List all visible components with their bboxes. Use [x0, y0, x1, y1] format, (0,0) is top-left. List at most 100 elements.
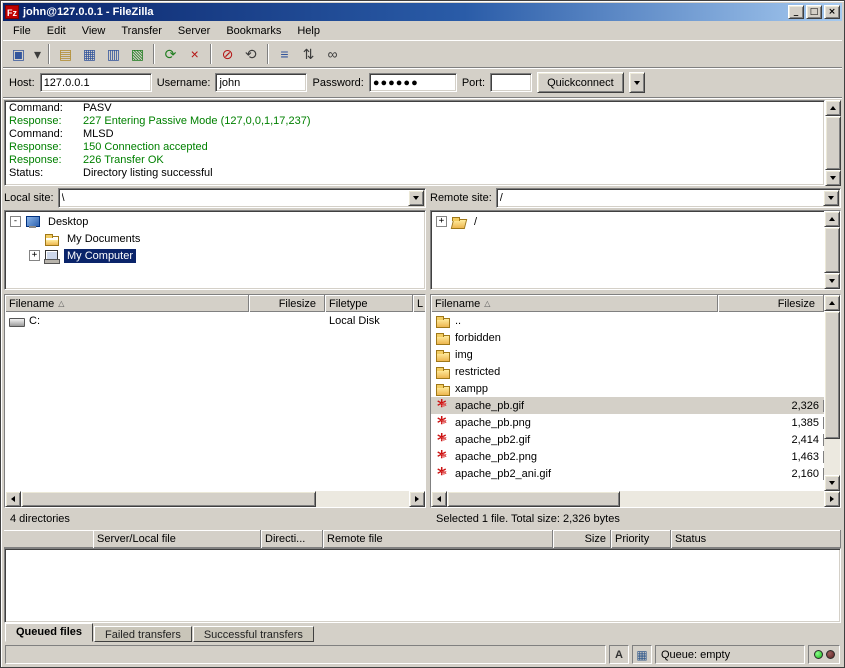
find-files-button[interactable]: ∞: [321, 43, 344, 65]
file-row[interactable]: apache_pb.png 1,385: [431, 414, 824, 431]
tree-expander[interactable]: -: [10, 216, 21, 227]
remote-site-dropdown[interactable]: [823, 190, 839, 206]
scroll-track[interactable]: [21, 491, 409, 507]
scroll-up-button[interactable]: [824, 211, 840, 227]
scroll-thumb[interactable]: [824, 227, 840, 273]
menu-file[interactable]: File: [5, 23, 39, 39]
scroll-left-button[interactable]: [5, 491, 21, 507]
scroll-track[interactable]: [447, 491, 824, 507]
password-input[interactable]: [369, 73, 457, 92]
file-row[interactable]: apache_pb.gif 2,326: [431, 397, 824, 414]
quickconnect-button[interactable]: Quickconnect: [537, 72, 624, 93]
tree-item-root[interactable]: + /: [431, 213, 824, 230]
file-row[interactable]: C: Local Disk: [5, 312, 425, 329]
close-button[interactable]: ×: [824, 5, 840, 19]
column-header[interactable]: Directi...: [261, 530, 323, 548]
remote-list-scrollbar[interactable]: [824, 295, 840, 491]
minimize-button[interactable]: _: [788, 5, 804, 19]
disconnect-button[interactable]: ⊘: [216, 43, 239, 65]
tree-item-my-computer[interactable]: + My Computer: [5, 247, 425, 264]
file-row[interactable]: ..: [431, 312, 824, 329]
toggle-queue-button[interactable]: ▧: [126, 43, 149, 65]
column-header[interactable]: L: [413, 295, 425, 312]
menu-bookmarks[interactable]: Bookmarks: [218, 23, 289, 39]
cell-filename: ..: [431, 314, 718, 328]
port-input[interactable]: [490, 73, 532, 92]
menu-help[interactable]: Help: [289, 23, 328, 39]
scroll-track[interactable]: [824, 227, 840, 273]
scroll-down-button[interactable]: [825, 170, 841, 186]
column-header[interactable]: Filename △: [5, 295, 249, 312]
log-scrollbar[interactable]: [825, 100, 841, 186]
cancel-button[interactable]: ×: [183, 43, 206, 65]
scroll-down-button[interactable]: [824, 475, 840, 491]
cell-filename: apache_pb.gif: [431, 399, 718, 413]
synchronized-browsing-button[interactable]: ⇅: [297, 43, 320, 65]
tree-expander[interactable]: +: [29, 250, 40, 261]
scroll-thumb[interactable]: [824, 311, 840, 439]
menu-transfer[interactable]: Transfer: [113, 23, 170, 39]
menu-server[interactable]: Server: [170, 23, 218, 39]
tab-queued-files[interactable]: Queued files: [5, 623, 93, 642]
column-header[interactable]: Status: [671, 530, 841, 548]
refresh-button[interactable]: ⟳: [159, 43, 182, 65]
file-row[interactable]: apache_pb2_ani.gif 2,160: [431, 465, 824, 482]
tree-item-label: My Documents: [64, 232, 143, 246]
sort-ascending-icon: △: [484, 299, 490, 308]
directory-comparison-button[interactable]: ≡: [273, 43, 296, 65]
file-row[interactable]: img: [431, 346, 824, 363]
scroll-right-button[interactable]: [409, 491, 425, 507]
remote-tree-scrollbar[interactable]: [824, 211, 840, 289]
cell-filename: forbidden: [431, 331, 718, 345]
encryption-status-icon[interactable]: ▦: [632, 645, 652, 664]
menu-edit[interactable]: Edit: [39, 23, 74, 39]
scroll-thumb[interactable]: [447, 491, 620, 507]
file-row[interactable]: restricted: [431, 363, 824, 380]
reconnect-button[interactable]: ⟲: [240, 43, 263, 65]
tab-successful-transfers[interactable]: Successful transfers: [193, 626, 314, 642]
column-header[interactable]: Remote file: [323, 530, 553, 548]
toggle-message-log-button[interactable]: ▤: [54, 43, 77, 65]
tree-item-desktop[interactable]: - Desktop: [5, 213, 425, 230]
scroll-track[interactable]: [824, 311, 840, 475]
local-site-dropdown[interactable]: [408, 190, 424, 206]
column-header[interactable]: Filesize: [249, 295, 325, 312]
column-header[interactable]: Priority: [611, 530, 671, 548]
local-site-combo[interactable]: \: [58, 188, 426, 208]
scroll-up-button[interactable]: [825, 100, 841, 116]
scroll-thumb[interactable]: [825, 116, 841, 170]
column-header[interactable]: Size: [553, 530, 611, 548]
scroll-track[interactable]: [825, 116, 841, 170]
file-row[interactable]: forbidden: [431, 329, 824, 346]
local-horizontal-scrollbar[interactable]: [5, 491, 425, 507]
file-row[interactable]: apache_pb2.gif 2,414: [431, 431, 824, 448]
file-row[interactable]: xampp: [431, 380, 824, 397]
column-header[interactable]: Filetype: [325, 295, 413, 312]
tab-failed-transfers[interactable]: Failed transfers: [94, 626, 192, 642]
column-header[interactable]: Filesize: [718, 295, 824, 312]
scroll-left-button[interactable]: [431, 491, 447, 507]
tree-item-my-documents[interactable]: My Documents: [5, 230, 425, 247]
tree-expander[interactable]: +: [436, 216, 447, 227]
quickconnect-dropdown[interactable]: [629, 72, 645, 93]
toggle-remote-tree-button[interactable]: ▥: [102, 43, 125, 65]
file-row[interactable]: apache_pb2.png 1,463: [431, 448, 824, 465]
host-input[interactable]: [40, 73, 152, 92]
scroll-thumb[interactable]: [21, 491, 316, 507]
scroll-right-button[interactable]: [824, 491, 840, 507]
username-input[interactable]: [215, 73, 307, 92]
column-header[interactable]: Server/Local file: [93, 530, 261, 548]
menu-view[interactable]: View: [74, 23, 114, 39]
remote-horizontal-scrollbar[interactable]: [431, 491, 840, 507]
site-manager-dropdown[interactable]: ▾: [31, 43, 44, 65]
remote-site-combo[interactable]: /: [496, 188, 841, 208]
column-header[interactable]: Filename △: [431, 295, 718, 312]
site-manager-button[interactable]: ▣: [7, 43, 30, 65]
log-line: Status: Directory listing successful: [5, 167, 824, 180]
scroll-down-button[interactable]: [824, 273, 840, 289]
scroll-up-button[interactable]: [824, 295, 840, 311]
toggle-local-tree-button[interactable]: ▦: [78, 43, 101, 65]
arrow-left-icon: [8, 496, 15, 502]
maximize-button[interactable]: □: [806, 5, 822, 19]
transfer-type-icon[interactable]: A: [609, 645, 629, 664]
